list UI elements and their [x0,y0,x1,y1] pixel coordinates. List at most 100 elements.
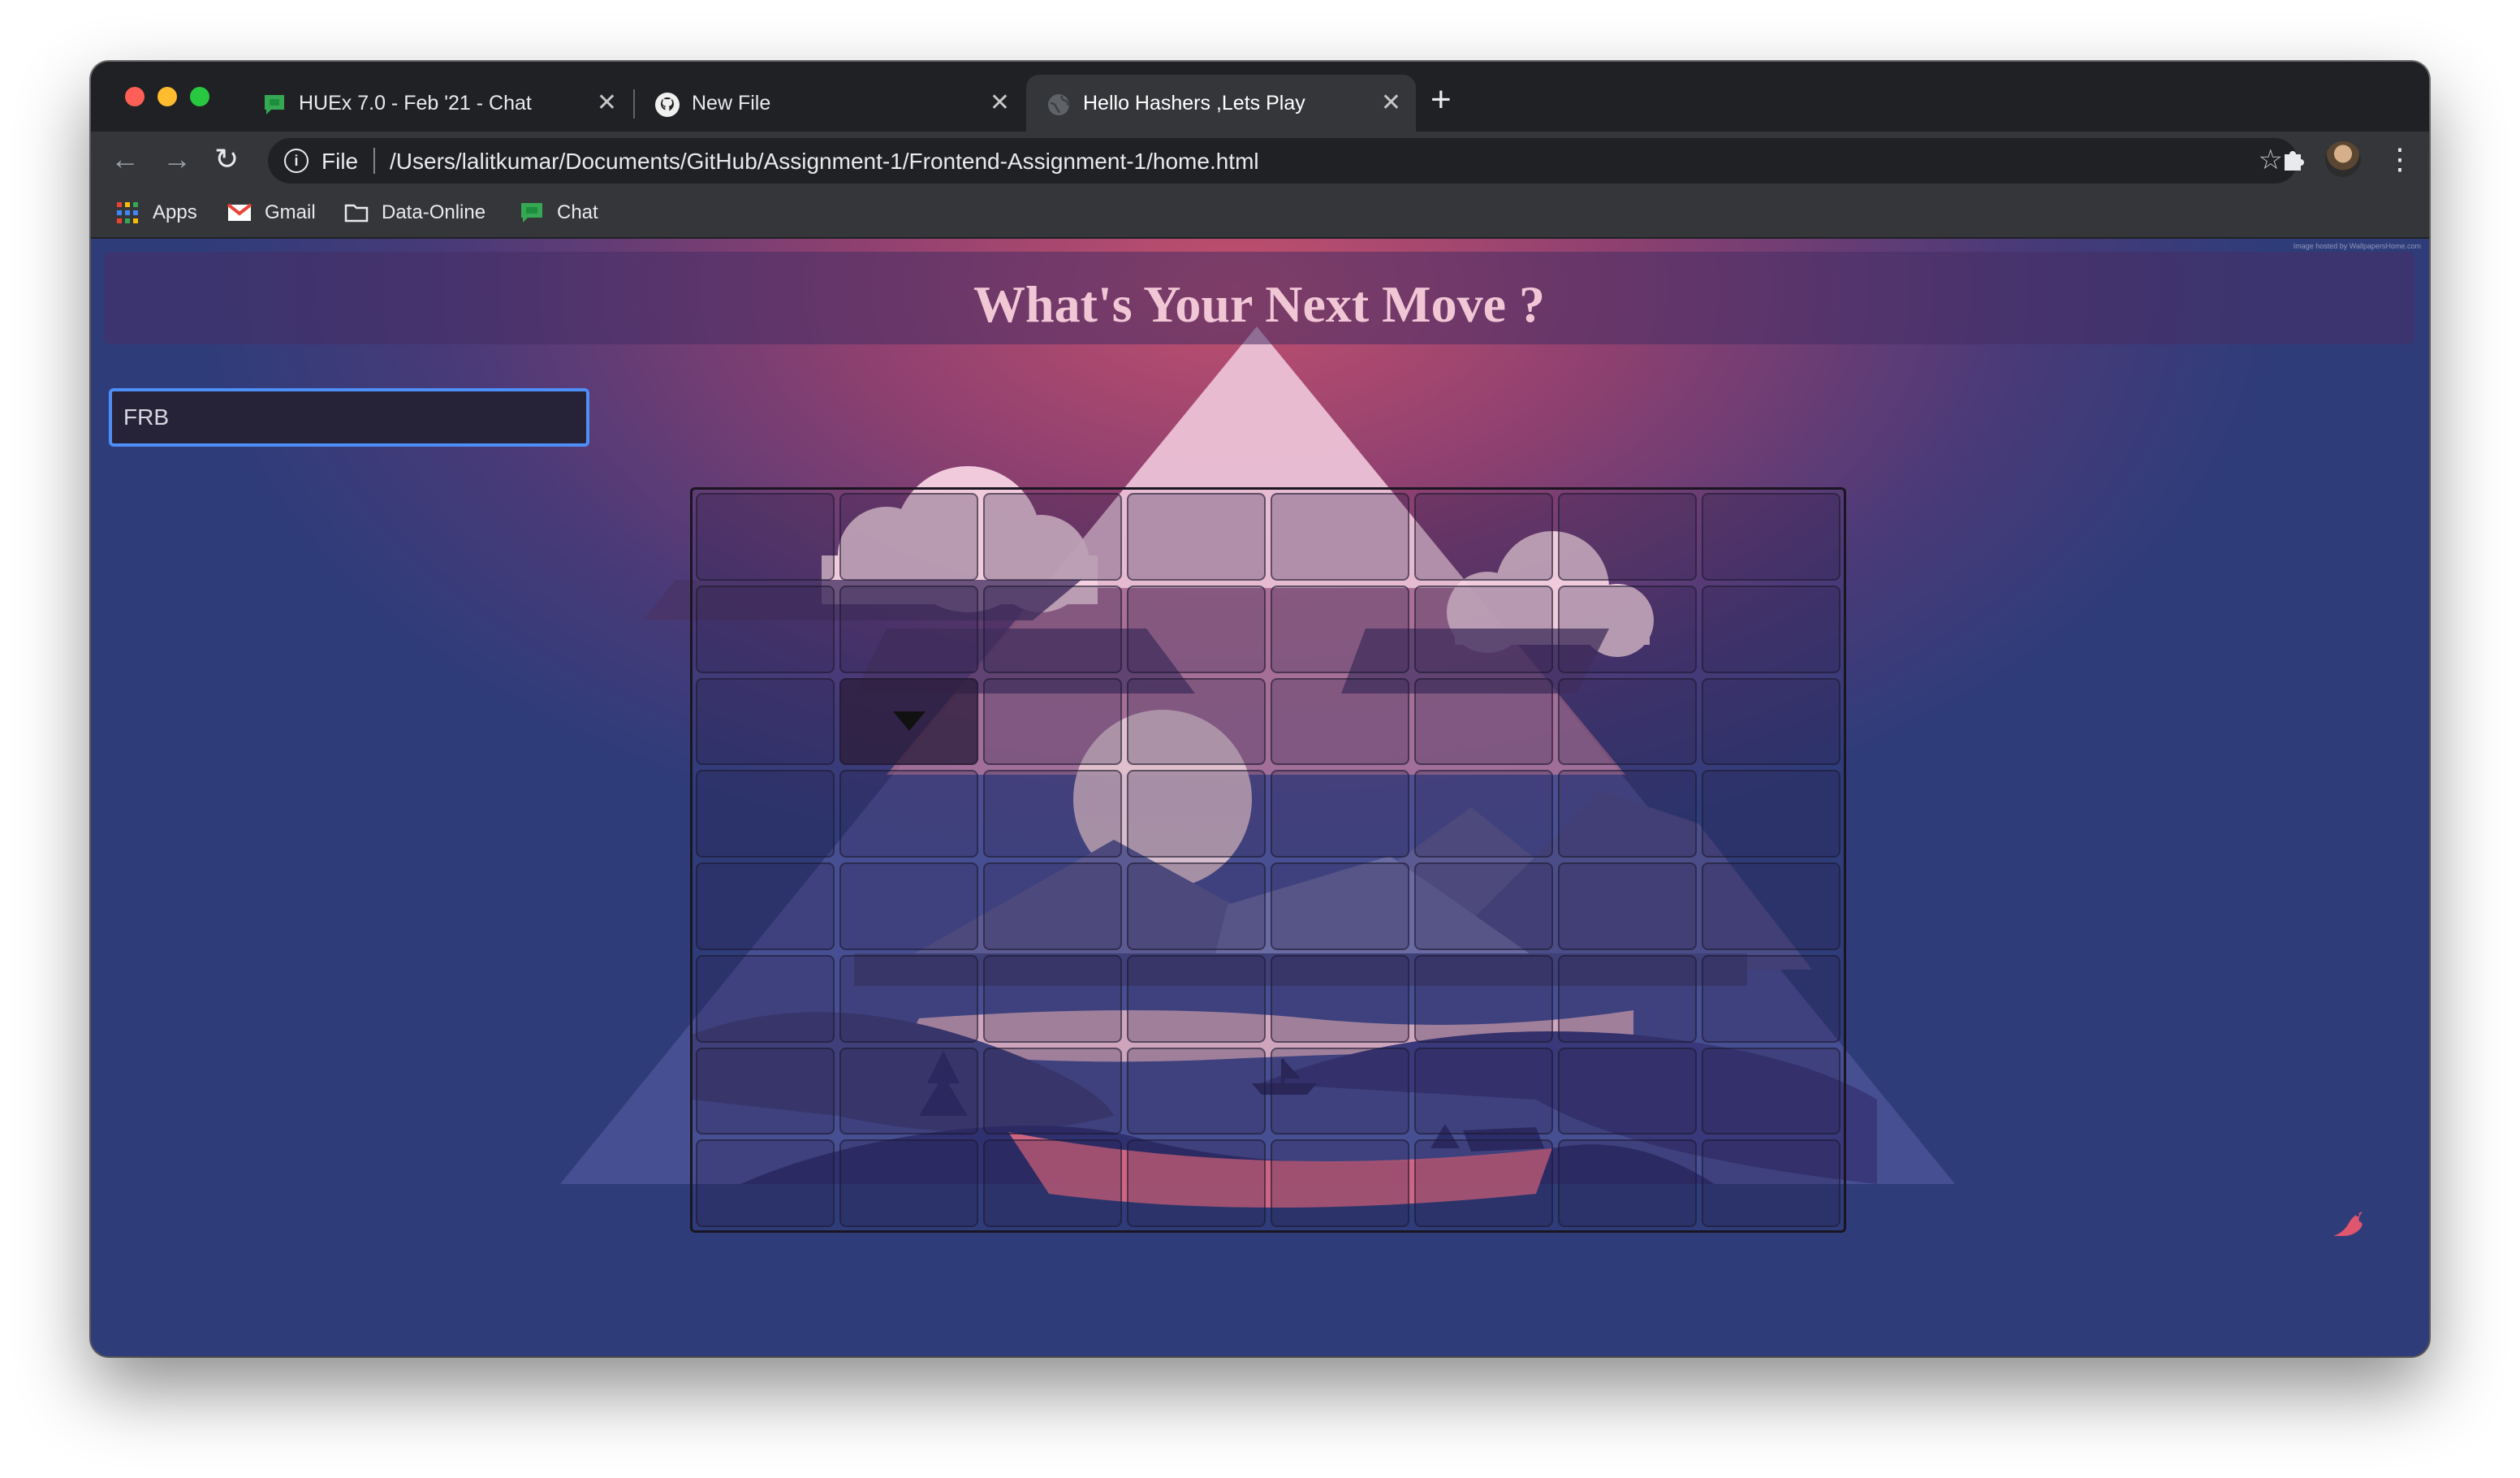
tab-huex-chat[interactable]: HUEx 7.0 - Feb '21 - Chat ✕ [242,75,632,132]
profile-avatar[interactable] [2325,141,2361,177]
grid-cell [1127,585,1266,673]
grid-cell [1558,954,1697,1043]
info-icon[interactable]: i [284,149,309,173]
tab-new-file[interactable]: New File ✕ [635,75,1025,132]
grid-cell [1414,954,1553,1043]
google-chat-icon [265,95,284,115]
grid-cell [839,862,978,950]
back-arrow-icon[interactable]: ← [110,141,140,177]
grid-cell [1127,1139,1266,1227]
image-credit: Image hosted by WallpapersHome.com [2293,242,2421,250]
grid-cell [1127,493,1266,581]
grid-cell [1414,1139,1553,1227]
tab-title: HUEx 7.0 - Feb '21 - Chat [299,92,532,115]
grid-cell [983,1139,1122,1227]
close-tab-icon[interactable]: ✕ [597,89,617,117]
page-title: What's Your Next Move ? [973,275,1545,333]
close-tab-icon[interactable]: ✕ [1381,89,1401,117]
tab-strip: HUEx 7.0 - Feb '21 - Chat ✕ New File ✕ H… [91,62,2429,132]
tab-hello-hashers[interactable]: Hello Hashers ,Lets Play ✕ [1026,75,1416,132]
github-icon [655,93,680,117]
bookmark-label: Chat [557,201,598,223]
grid-cell [696,1047,835,1135]
grid-cell [839,585,978,673]
bookmark-label: Data-Online [382,201,486,223]
grid-cell [696,1139,835,1227]
close-tab-icon[interactable]: ✕ [990,89,1010,117]
bookmark-label: Apps [153,201,197,223]
grid-cell [983,1047,1122,1135]
grid-cell [1271,585,1409,673]
grid-cell [1558,585,1697,673]
grid-cell [983,493,1122,581]
address-divider [373,148,375,174]
maximize-window-button[interactable] [190,87,209,106]
grid-cell [1127,770,1266,858]
reload-icon[interactable]: ↻ [214,141,239,177]
grid-cell [1702,770,1840,858]
google-chat-icon [521,203,542,223]
tab-title: Hello Hashers ,Lets Play [1083,92,1305,115]
grid-cell [1414,862,1553,950]
bookmarks-bar: Apps Gmail Data-Online Chat [91,188,2429,239]
gmail-icon [227,203,252,221]
grid-cell [1127,954,1266,1043]
bird-logo-icon [2333,1212,2362,1236]
move-input[interactable] [109,388,589,447]
grid-cell [1558,1047,1697,1135]
grid-cell [839,1047,978,1135]
apps-grid-icon [117,202,138,223]
grid-cell [983,677,1122,766]
grid-cell [1702,1139,1840,1227]
grid-cell [1271,954,1409,1043]
minimize-window-button[interactable] [158,87,177,106]
grid-cell [1702,585,1840,673]
grid-cell [1558,1139,1697,1227]
bookmark-label: Gmail [265,201,316,223]
grid-cell [696,770,835,858]
grid-cell [1271,770,1409,858]
grid-cell [1414,1047,1553,1135]
grid-cell [1558,770,1697,858]
grid-cell [839,954,978,1043]
grid-cell [1271,1139,1409,1227]
grid-cell [983,862,1122,950]
grid-cell [696,493,835,581]
url-text[interactable]: /Users/lalitkumar/Documents/GitHub/Assig… [390,149,1259,175]
game-grid [690,487,1846,1233]
grid-cell [1558,493,1697,581]
grid-cell [1558,677,1697,766]
grid-cell [1702,493,1840,581]
grid-cell [696,862,835,950]
browser-window: HUEx 7.0 - Feb '21 - Chat ✕ New File ✕ H… [91,62,2429,1356]
tab-title: New File [692,92,771,115]
more-menu-icon[interactable]: ⋮ [2385,140,2414,179]
grid-cell [1702,862,1840,950]
grid-cell [839,1139,978,1227]
close-window-button[interactable] [125,87,145,106]
browser-toolbar: ← → ↻ i File /Users/lalitkumar/Documents… [91,132,2429,188]
grid-cell [983,954,1122,1043]
grid-cell [696,954,835,1043]
grid-cell [1414,493,1553,581]
extensions-puzzle-icon[interactable] [2278,145,2307,174]
forward-arrow-icon[interactable]: → [162,141,192,177]
globe-icon [1048,94,1069,115]
grid-cell [696,677,835,766]
grid-cell [1702,954,1840,1043]
page-viewport: Image hosted by WallpapersHome.com What'… [91,239,2429,1356]
grid-cell [1558,862,1697,950]
new-tab-button[interactable]: + [1430,81,1452,119]
grid-cell [1127,677,1266,766]
grid-cell [1127,1047,1266,1135]
address-bar[interactable]: i File /Users/lalitkumar/Documents/GitHu… [268,138,2298,184]
player-marker-icon [892,711,926,732]
grid-cell [839,770,978,858]
grid-cell [1414,677,1553,766]
grid-cell [1271,493,1409,581]
grid-cell [1414,770,1553,858]
grid-cell-player [839,677,978,766]
header-banner: What's Your Next Move ? [104,252,2414,344]
grid-cell [1127,862,1266,950]
grid-cell [983,770,1122,858]
